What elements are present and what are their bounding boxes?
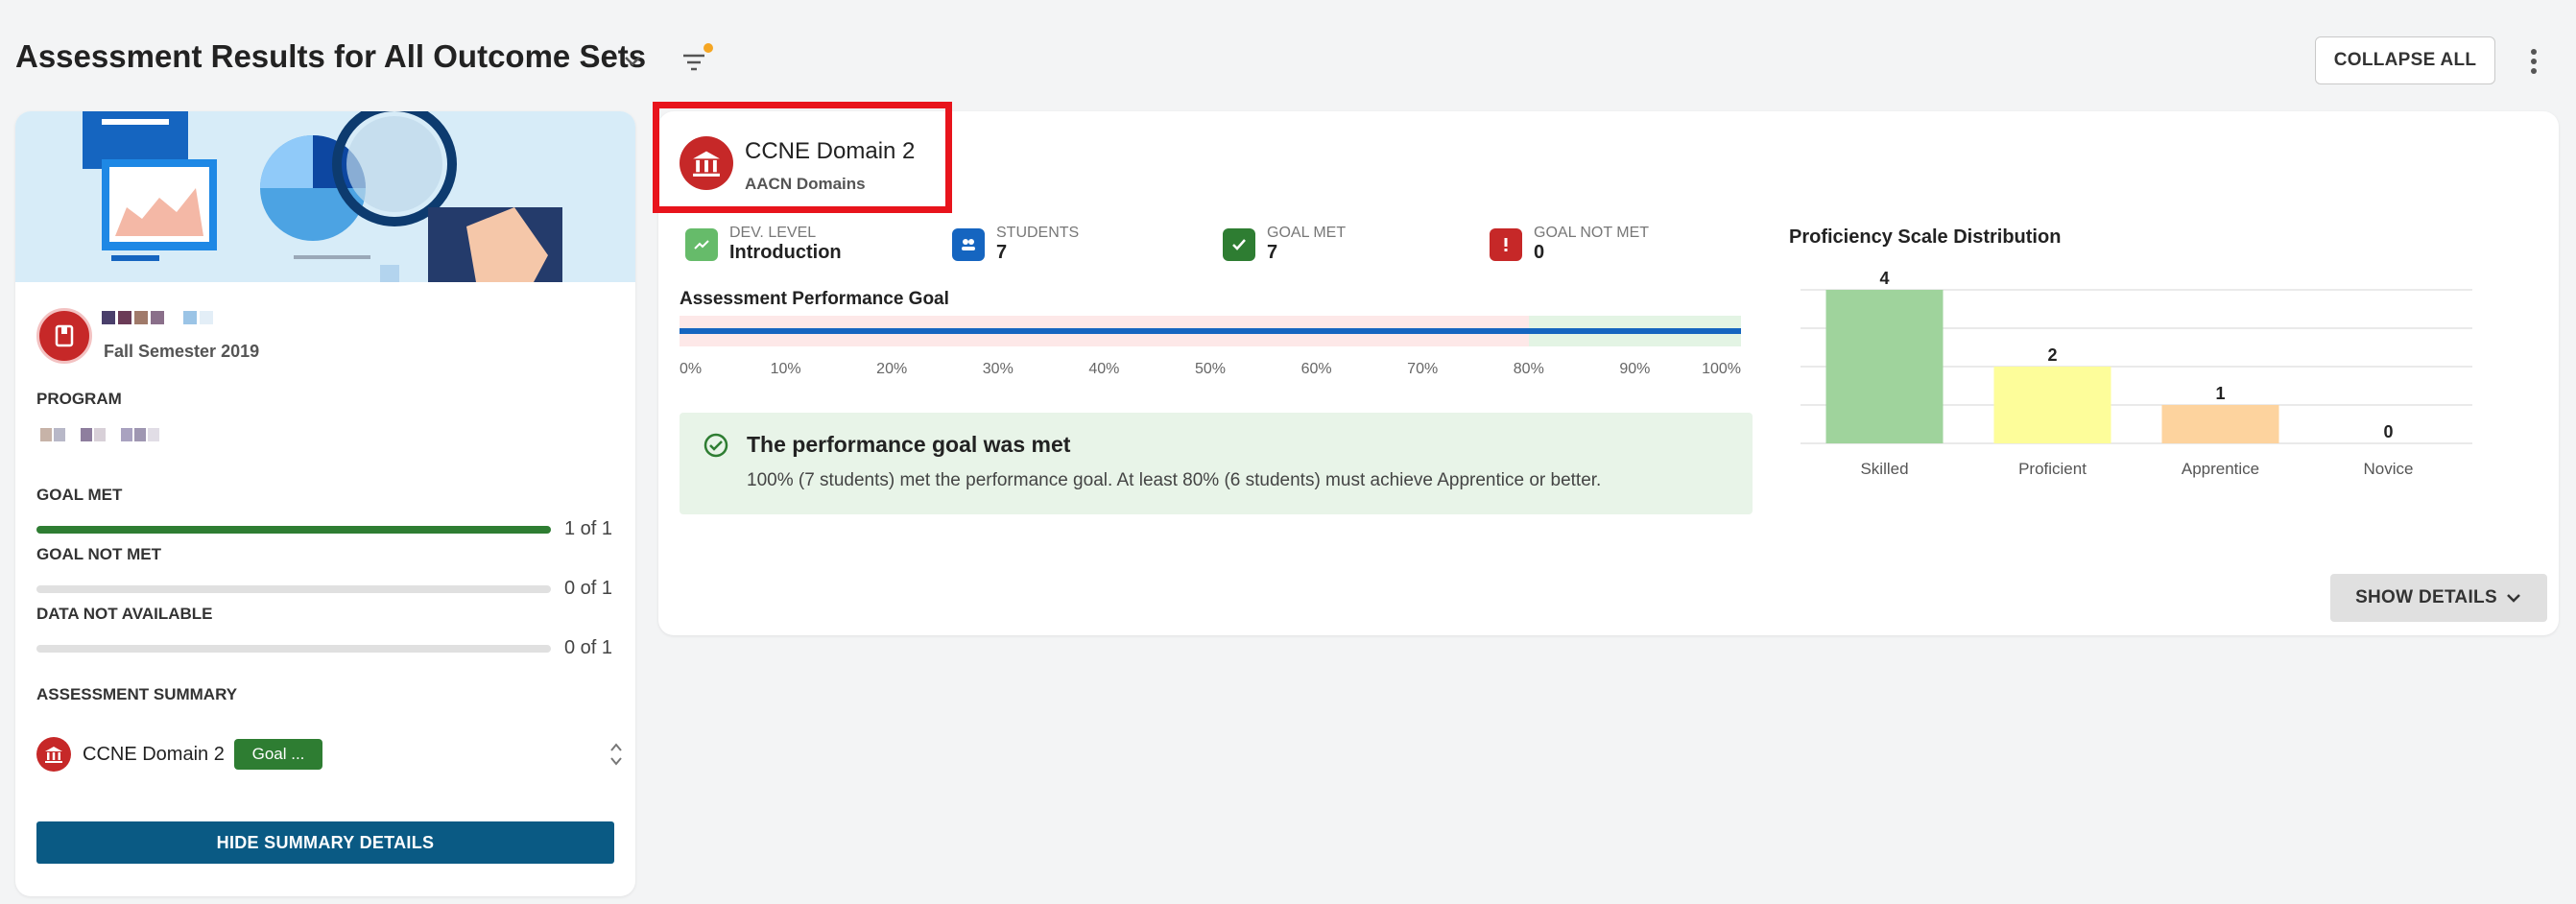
proficiency-bar-chart: 4 Skilled 2 Proficient 1 Apprentice 0 Novice (1801, 271, 2472, 478)
stat-value: Introduction (729, 242, 842, 263)
goal-banner-heading: The performance goal was met (747, 432, 1071, 457)
chevron-down-icon[interactable] (622, 50, 643, 71)
summary-item[interactable]: CCNE Domain 2 Goal ... (36, 735, 622, 773)
goal-met-count: 1 of 1 (564, 518, 613, 539)
chevron-down-icon (2507, 594, 2520, 603)
students-icon (952, 228, 985, 261)
program-label: PROGRAM (36, 390, 122, 408)
more-options-icon[interactable] (2522, 42, 2545, 81)
goal-not-met-label: GOAL NOT MET (36, 545, 162, 563)
performance-actual-line (680, 328, 1741, 334)
axis-tick-label: 40% (1088, 361, 1120, 377)
category-label: Proficient (2018, 460, 2087, 478)
performance-goal-bar (680, 316, 1741, 346)
outcome-detail-card: CCNE Domain 2 AACN Domains DEV. LEVEL In… (653, 102, 2559, 635)
data-not-available-bar (36, 645, 551, 653)
highlight-box (653, 102, 952, 213)
page-title: Assessment Results for All Outcome Sets (15, 38, 647, 74)
axis-tick-label: 80% (1513, 361, 1544, 377)
performance-goal-title: Assessment Performance Goal (680, 289, 949, 309)
data-not-available-count: 0 of 1 (564, 637, 613, 658)
bar-apprentice (2161, 405, 2279, 443)
axis-tick-label: 30% (982, 361, 1014, 377)
goal-not-met-bar (36, 585, 551, 593)
assessment-summary-label: ASSESSMENT SUMMARY (36, 685, 238, 703)
goal-met-banner: The performance goal was met 100% (7 stu… (680, 413, 1753, 514)
sort-icon[interactable] (608, 739, 624, 770)
program-name-redacted (40, 428, 159, 441)
axis-tick-label: 20% (876, 361, 908, 377)
check-icon (1223, 228, 1255, 261)
axis-tick-label: 10% (770, 361, 801, 377)
category-label: Novice (2364, 460, 2414, 478)
filter-icon[interactable] (678, 40, 716, 79)
bar-value-label: 1 (2215, 384, 2225, 403)
course-summary-card: Fall Semester 2019 PROGRAM GOAL MET 1 of… (15, 111, 635, 896)
category-label: Apprentice (2182, 460, 2259, 478)
trend-up-icon (685, 228, 718, 261)
axis-tick-label: 50% (1194, 361, 1227, 377)
show-details-button[interactable]: SHOW DETAILS (2330, 574, 2547, 622)
stat-label: GOAL MET (1267, 225, 1347, 241)
axis-tick-label: 100% (1702, 361, 1741, 377)
check-circle-icon (704, 433, 728, 458)
goal-status-chip: Goal ... (234, 739, 322, 770)
data-not-available-label: DATA NOT AVAILABLE (36, 605, 213, 623)
bar-value-label: 2 (2047, 345, 2057, 365)
axis-tick-label: 70% (1407, 361, 1439, 377)
stat-label: DEV. LEVEL (729, 225, 817, 241)
stat-value: 0 (1534, 242, 1545, 263)
bar-proficient (1993, 367, 2111, 443)
top-bar: Assessment Results for All Outcome Sets … (0, 21, 2576, 98)
stat-label: STUDENTS (996, 225, 1080, 241)
distribution-chart-title: Proficiency Scale Distribution (1789, 226, 2062, 248)
hide-summary-details-button[interactable]: HIDE SUMMARY DETAILS (36, 821, 614, 864)
stat-label: GOAL NOT MET (1534, 225, 1650, 241)
summary-item-name: CCNE Domain 2 (83, 744, 225, 765)
analytics-illustration (15, 111, 635, 282)
show-details-label: SHOW DETAILS (2355, 587, 2497, 607)
stat-value: 7 (1267, 242, 1278, 263)
category-label: Skilled (1860, 460, 1908, 478)
goal-met-bar-fill (36, 526, 551, 534)
axis-tick-label: 90% (1619, 361, 1651, 377)
bar-skilled (1825, 290, 1944, 443)
course-title-redacted (102, 311, 213, 330)
axis-tick-label: 60% (1300, 361, 1332, 377)
institution-icon (36, 737, 71, 772)
course-book-icon (36, 308, 92, 364)
alert-icon (1490, 228, 1522, 261)
performance-axis-ticks: 0% 10% 20% 30% 40% 50% 60% 70% 80% 90% 100% (680, 361, 1741, 380)
collapse-all-button[interactable]: COLLAPSE ALL (2315, 36, 2495, 84)
goal-met-label: GOAL MET (36, 486, 123, 504)
stat-value: 7 (996, 242, 1008, 263)
semester-label: Fall Semester 2019 (104, 342, 260, 361)
axis-tick-label: 0% (680, 361, 703, 377)
bar-value-label: 0 (2383, 422, 2393, 441)
goal-not-met-count: 0 of 1 (564, 578, 613, 599)
goal-met-bar (36, 526, 551, 534)
goal-banner-text: 100% (7 students) met the performance go… (747, 470, 1602, 490)
bar-value-label: 4 (1879, 271, 1889, 288)
